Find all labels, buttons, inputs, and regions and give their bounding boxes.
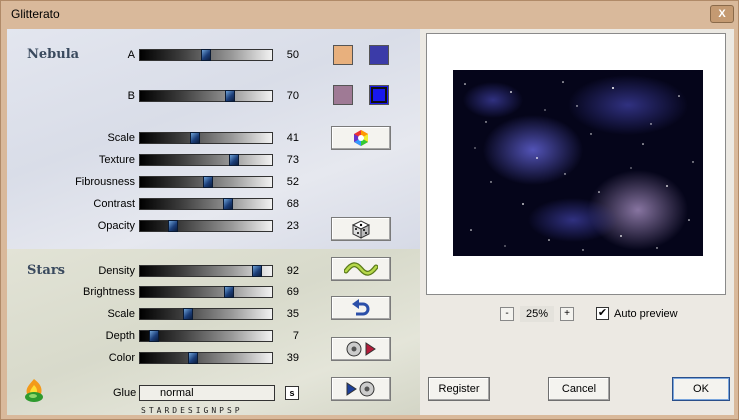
plugin-window: Glitterato X Nebula A 50 B 70 Scale 41 T… xyxy=(0,0,739,420)
slider-thumb-brightness[interactable] xyxy=(224,286,234,298)
nebula-color-b-left-swatch[interactable] xyxy=(333,85,353,105)
slider-fibrousness[interactable] xyxy=(139,176,273,188)
dialog-client: Nebula A 50 B 70 Scale 41 Texture 73 Fib… xyxy=(7,29,734,415)
slider-stars-scale[interactable] xyxy=(139,308,273,320)
slider-label-opacity: Opacity xyxy=(97,220,135,232)
preview-area: - 25% + ✔ Auto preview Register Cancel O… xyxy=(420,29,734,415)
slider-label-b: B xyxy=(127,90,135,102)
slider-value-fibrousness: 52 xyxy=(286,176,299,188)
slider-value-contrast: 68 xyxy=(286,198,299,210)
load-preset-icon xyxy=(346,341,376,357)
save-preset-button[interactable] xyxy=(331,377,391,401)
glue-select-button[interactable]: s xyxy=(285,386,299,400)
glue-label: Glue xyxy=(113,387,137,399)
slider-thumb-stars-scale[interactable] xyxy=(183,308,193,320)
slider-thumb-contrast[interactable] xyxy=(223,198,233,210)
slider-thumb-density[interactable] xyxy=(252,265,262,277)
slider-opacity[interactable] xyxy=(139,220,273,232)
zoom-in-button[interactable]: + xyxy=(560,307,574,321)
brand-text: STARDESIGNPSP xyxy=(141,406,243,415)
close-button[interactable]: X xyxy=(710,5,734,23)
slider-label-star-color: Color xyxy=(108,352,135,364)
zoom-out-button[interactable]: - xyxy=(500,307,514,321)
slider-thumb-nebula-scale[interactable] xyxy=(190,132,200,144)
slider-value-stars-scale: 35 xyxy=(286,308,299,320)
slider-value-star-color: 39 xyxy=(286,352,299,364)
nebula-panel: Nebula A 50 B 70 Scale 41 Texture 73 Fib… xyxy=(7,29,420,249)
slider-label-fibrousness: Fibrousness xyxy=(75,176,135,188)
slider-label-stars-scale: Scale xyxy=(107,308,135,320)
slider-value-brightness: 69 xyxy=(286,286,299,298)
stars-panel: Stars Density 92 Brightness 69 Scale 35 … xyxy=(7,249,420,415)
stardesign-logo-icon xyxy=(21,377,47,403)
auto-preview-checkbox[interactable]: ✔ xyxy=(596,307,609,320)
slider-b[interactable] xyxy=(139,90,273,102)
slider-label-contrast: Contrast xyxy=(93,198,135,210)
wave-icon xyxy=(344,262,378,276)
slider-label-depth: Depth xyxy=(105,330,135,342)
slider-value-texture: 73 xyxy=(286,154,299,166)
glue-mode-field[interactable]: normal xyxy=(139,385,275,401)
slider-texture[interactable] xyxy=(139,154,273,166)
nebula-color-a-left-swatch[interactable] xyxy=(333,45,353,65)
cancel-button[interactable]: Cancel xyxy=(548,377,610,401)
slider-label-a: A xyxy=(127,49,135,61)
nebula-color-a-right-swatch[interactable] xyxy=(369,45,389,65)
undo-arrow-icon xyxy=(352,299,370,316)
slider-value-b: 70 xyxy=(286,90,299,102)
slider-density[interactable] xyxy=(139,265,273,277)
slider-thumb-b[interactable] xyxy=(225,90,235,102)
undo-button[interactable] xyxy=(331,296,391,320)
preview-frame xyxy=(426,33,726,295)
nebula-preview-image[interactable] xyxy=(453,70,703,256)
auto-preview-label: Auto preview xyxy=(614,308,678,320)
slider-thumb-a[interactable] xyxy=(201,49,211,61)
slider-value-nebula-scale: 41 xyxy=(286,132,299,144)
wave-button[interactable] xyxy=(331,257,391,281)
slider-thumb-texture[interactable] xyxy=(229,154,239,166)
slider-depth[interactable] xyxy=(139,330,273,342)
load-preset-button[interactable] xyxy=(331,337,391,361)
slider-thumb-opacity[interactable] xyxy=(168,220,178,232)
slider-value-density: 92 xyxy=(286,265,299,277)
slider-thumb-fibrousness[interactable] xyxy=(203,176,213,188)
random-color-button[interactable] xyxy=(331,126,391,150)
dice-icon xyxy=(351,220,371,239)
slider-nebula-scale[interactable] xyxy=(139,132,273,144)
slider-brightness[interactable] xyxy=(139,286,273,298)
slider-star-color[interactable] xyxy=(139,352,273,364)
color-wheel-icon xyxy=(354,130,368,146)
zoom-level: 25% xyxy=(520,306,554,322)
ok-button[interactable]: OK xyxy=(672,377,730,401)
slider-label-texture: Texture xyxy=(98,154,135,166)
slider-label-nebula-scale: Scale xyxy=(107,132,135,144)
slider-label-brightness: Brightness xyxy=(83,286,135,298)
randomize-button[interactable] xyxy=(331,217,391,241)
register-button[interactable]: Register xyxy=(428,377,490,401)
slider-thumb-depth[interactable] xyxy=(149,330,159,342)
nebula-color-b-right-swatch[interactable] xyxy=(369,85,389,105)
slider-value-opacity: 23 xyxy=(286,220,299,232)
slider-value-a: 50 xyxy=(286,49,299,61)
slider-contrast[interactable] xyxy=(139,198,273,210)
slider-value-depth: 7 xyxy=(292,330,299,342)
slider-thumb-star-color[interactable] xyxy=(188,352,198,364)
slider-label-density: Density xyxy=(98,265,135,277)
save-preset-icon xyxy=(346,381,375,397)
window-title: Glitterato xyxy=(11,7,60,21)
slider-a[interactable] xyxy=(139,49,273,61)
title-bar[interactable]: Glitterato X xyxy=(1,1,738,27)
